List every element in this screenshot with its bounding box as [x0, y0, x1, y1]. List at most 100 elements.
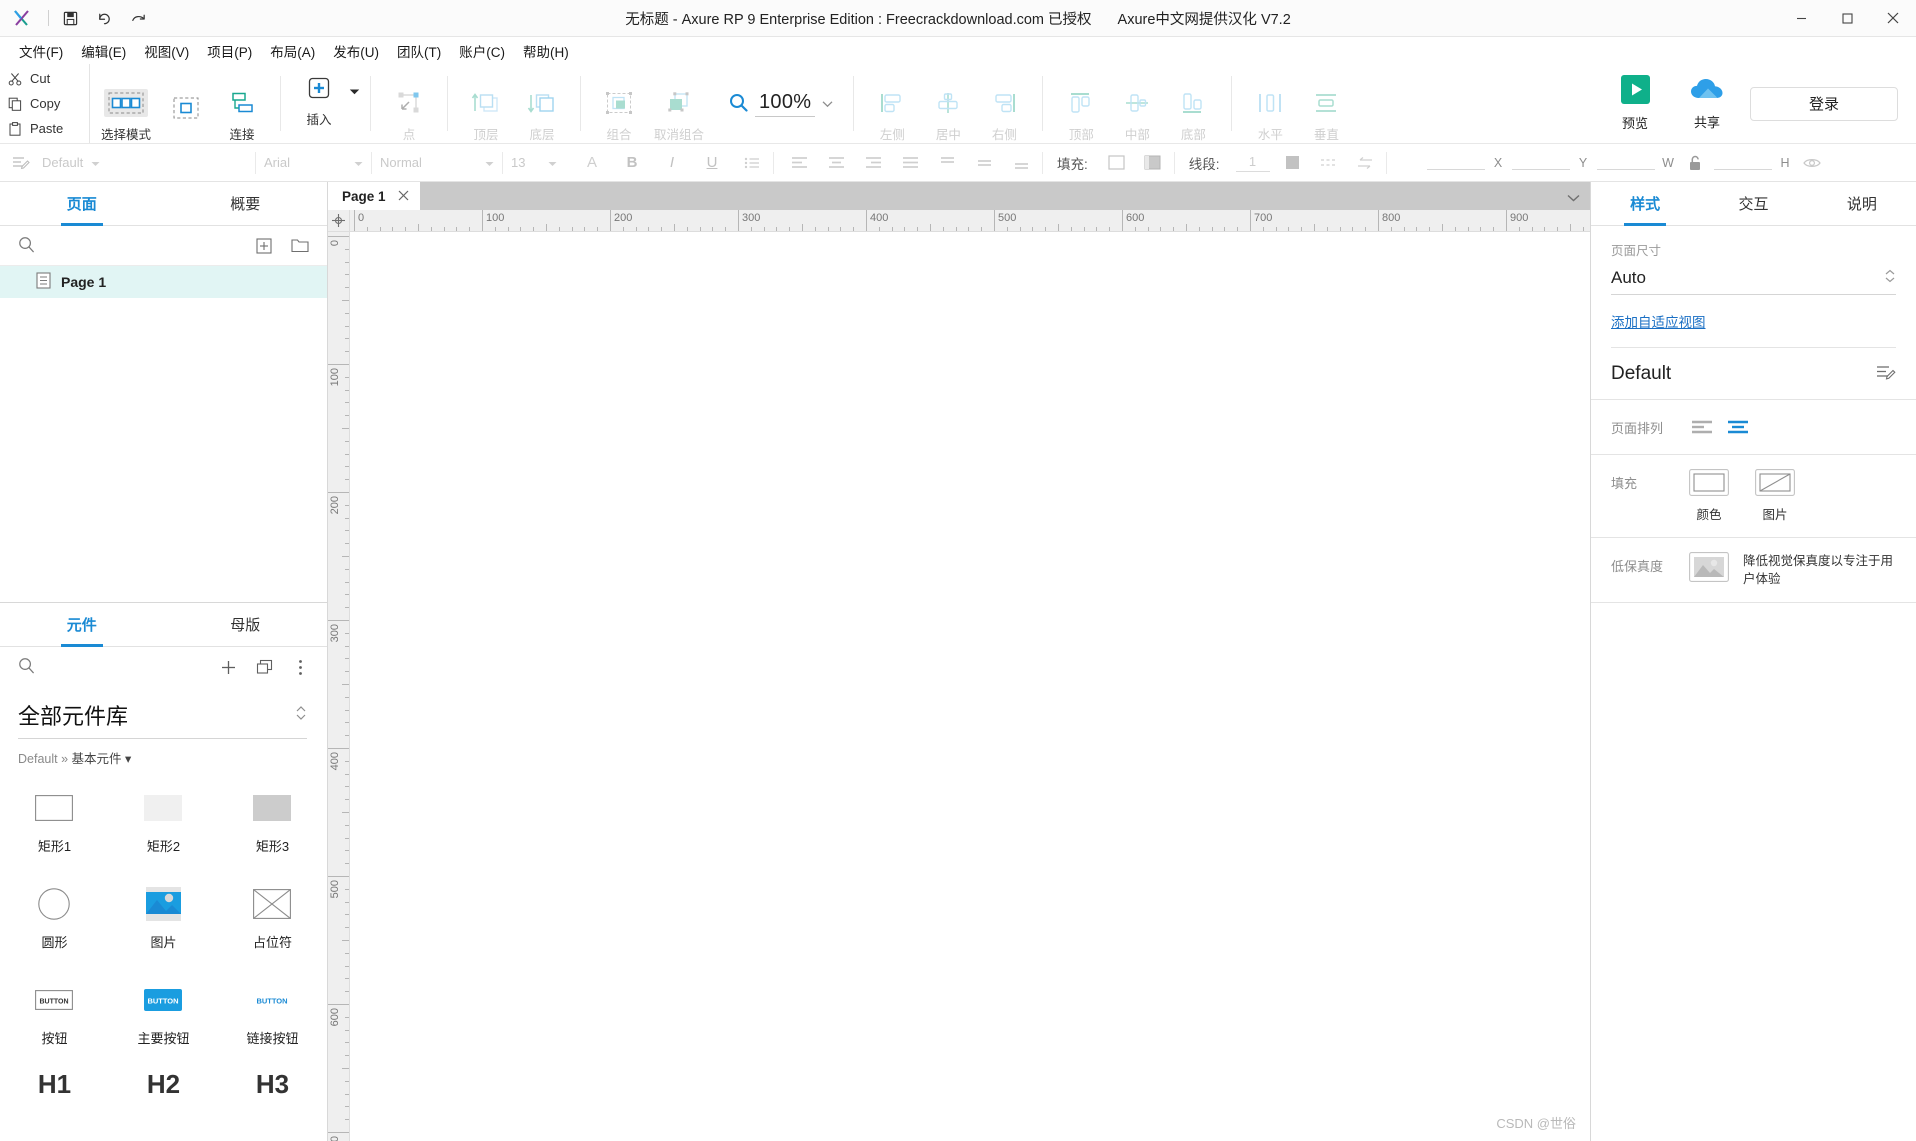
page-tree-item[interactable]: Page 1 [0, 266, 327, 298]
bold-button[interactable]: B [619, 150, 645, 176]
breadcrumb-chevron-down-icon[interactable]: ▾ [125, 752, 131, 766]
design-canvas[interactable]: CSDN @世俗 [350, 232, 1590, 1141]
add-adaptive-view-link[interactable]: 添加自适应视图 [1611, 315, 1706, 330]
zoom-control[interactable]: 100% [715, 91, 847, 117]
weight-chevron-down-icon[interactable] [485, 155, 494, 170]
close-button[interactable] [1870, 0, 1916, 37]
manage-library-button[interactable] [251, 654, 277, 680]
visibility-eye-icon[interactable] [1799, 150, 1825, 176]
font-size-select[interactable]: 13 [503, 144, 565, 182]
fill-color-option[interactable]: 颜色 [1689, 469, 1729, 523]
distribute-vertical-button[interactable]: 垂直 [1298, 79, 1354, 143]
style-select[interactable]: Default [0, 144, 255, 182]
tab-interactions[interactable]: 交互 [1699, 182, 1807, 225]
text-align-right-icon[interactable] [860, 150, 886, 176]
valign-top-icon[interactable] [934, 150, 960, 176]
tab-masters[interactable]: 母版 [164, 603, 328, 646]
connect-button[interactable]: 连接 [214, 79, 270, 143]
tab-outline[interactable]: 概要 [164, 182, 328, 225]
menu-edit[interactable]: 编辑(E) [72, 38, 135, 64]
save-icon[interactable] [53, 4, 87, 32]
widget-item[interactable]: 矩形1 [0, 779, 109, 875]
page-size-select[interactable]: Auto [1611, 267, 1896, 295]
italic-button[interactable]: I [659, 150, 685, 176]
line-style-icon[interactable] [1316, 150, 1342, 176]
line-width-input[interactable]: 1 [1235, 154, 1270, 172]
align-middle-button[interactable]: 中部 [1109, 79, 1165, 143]
ruler-origin-icon[interactable] [328, 210, 350, 231]
copy-button[interactable]: Copy [8, 91, 89, 116]
breadcrumb-leaf[interactable]: 基本元件 [72, 752, 122, 766]
library-stepper-icon[interactable] [295, 703, 307, 726]
widget-item[interactable]: 占位符 [218, 875, 327, 971]
menu-view[interactable]: 视图(V) [135, 38, 198, 64]
style-chevron-down-icon[interactable] [91, 155, 100, 170]
menu-layout[interactable]: 布局(A) [261, 38, 324, 64]
select-mode-button[interactable]: 选择模式 [94, 79, 158, 143]
text-align-left-icon[interactable] [786, 150, 812, 176]
bullet-list-icon[interactable] [739, 150, 765, 176]
font-weight-select[interactable]: Normal [372, 144, 502, 182]
tab-pages[interactable]: 页面 [0, 182, 164, 225]
y-input[interactable] [1511, 155, 1570, 170]
widget-item[interactable]: BUTTON 链接按钮 [218, 971, 327, 1067]
maximize-button[interactable] [1824, 0, 1870, 37]
align-top-button[interactable]: 顶部 [1053, 79, 1109, 143]
edit-style-icon[interactable] [1876, 362, 1896, 385]
line-arrow-icon[interactable] [1352, 150, 1378, 176]
search-icon[interactable] [18, 236, 35, 256]
zoom-value[interactable]: 100% [755, 91, 816, 117]
library-options-more-vertical-icon[interactable] [287, 654, 313, 680]
valign-bottom-icon[interactable] [1008, 150, 1034, 176]
distribute-horizontal-button[interactable]: 水平 [1242, 79, 1298, 143]
text-align-center-icon[interactable] [823, 150, 849, 176]
align-bottom-button[interactable]: 底部 [1165, 79, 1221, 143]
canvas-tab-close-icon[interactable] [398, 188, 409, 204]
size-chevron-down-icon[interactable] [548, 155, 557, 170]
menu-publish[interactable]: 发布(U) [324, 38, 388, 64]
arrange-left-icon[interactable] [1689, 414, 1715, 440]
select-mode-alt-button[interactable] [158, 84, 214, 143]
underline-button[interactable]: U [699, 150, 725, 176]
group-button[interactable]: 组合 [591, 79, 647, 143]
login-button[interactable]: 登录 [1750, 86, 1898, 121]
breadcrumb[interactable]: Default » 基本元件 ▾ [0, 739, 327, 773]
tab-widgets[interactable]: 元件 [0, 603, 164, 646]
widget-item[interactable]: 矩形3 [218, 779, 327, 875]
tab-notes[interactable]: 说明 [1808, 182, 1916, 225]
text-align-justify-icon[interactable] [897, 150, 923, 176]
widget-item[interactable]: 图片 [109, 875, 218, 971]
x-input[interactable] [1426, 155, 1485, 170]
paste-button[interactable]: Paste [8, 116, 89, 141]
tabstrip-chevron-down-icon[interactable] [1567, 190, 1580, 205]
add-library-button[interactable] [215, 654, 241, 680]
menu-file[interactable]: 文件(F) [10, 38, 72, 64]
page-size-stepper-icon[interactable] [1884, 267, 1896, 288]
widget-item[interactable]: H3 [218, 1067, 327, 1095]
canvas-tab-page1[interactable]: Page 1 [328, 182, 420, 210]
insert-dropdown-chevron-down-icon[interactable] [349, 84, 360, 99]
widget-item[interactable]: H2 [109, 1067, 218, 1095]
fill-gradient-swatch[interactable] [1140, 150, 1166, 176]
insert-button[interactable]: 插入 [291, 64, 347, 128]
undo-icon[interactable] [87, 4, 121, 32]
search-icon[interactable] [18, 657, 35, 677]
menu-account[interactable]: 账户(C) [450, 38, 514, 64]
arrange-center-icon[interactable] [1725, 414, 1751, 440]
menu-help[interactable]: 帮助(H) [514, 38, 578, 64]
ungroup-button[interactable]: 取消组合 [647, 79, 711, 143]
add-folder-button[interactable] [287, 233, 313, 259]
font-color-icon[interactable]: A [579, 150, 605, 176]
w-input[interactable] [1596, 155, 1655, 170]
minimize-button[interactable] [1778, 0, 1824, 37]
menu-team[interactable]: 团队(T) [388, 38, 450, 64]
vertical-ruler[interactable]: 0 100 200 300 400 500 600 700 [328, 232, 350, 1141]
widget-item[interactable]: 圆形 [0, 875, 109, 971]
breadcrumb-root[interactable]: Default [18, 752, 58, 766]
align-center-button[interactable]: 居中 [920, 79, 976, 143]
fill-image-option[interactable]: 图片 [1755, 469, 1795, 523]
tab-style[interactable]: 样式 [1591, 182, 1699, 225]
font-family-select[interactable]: Arial [256, 144, 371, 182]
library-select[interactable]: 全部元件库 [18, 691, 307, 739]
add-page-button[interactable] [251, 233, 277, 259]
